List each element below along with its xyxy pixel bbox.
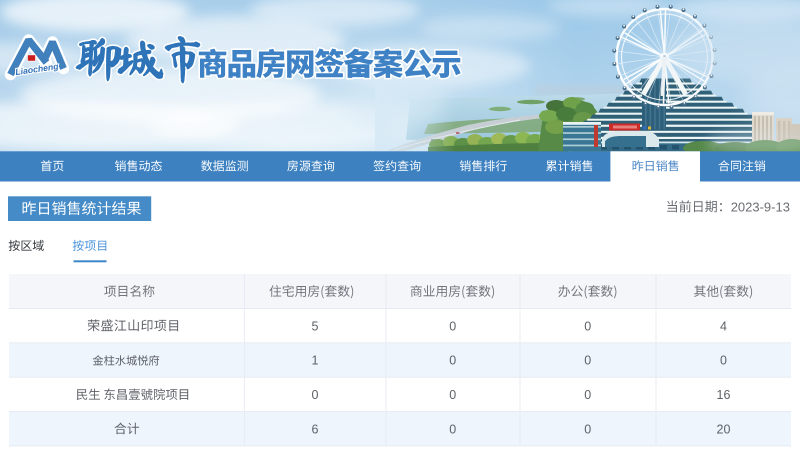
svg-text:16: 16 xyxy=(717,388,731,402)
svg-text:0: 0 xyxy=(449,388,456,402)
svg-text:0: 0 xyxy=(584,319,591,333)
svg-text:20: 20 xyxy=(717,422,731,436)
svg-text:0: 0 xyxy=(584,422,591,436)
svg-text:4: 4 xyxy=(720,319,727,333)
svg-text:0: 0 xyxy=(312,388,319,402)
svg-text:0: 0 xyxy=(584,354,591,368)
svg-text:0: 0 xyxy=(720,354,727,368)
svg-text:0: 0 xyxy=(449,319,456,333)
svg-text:5: 5 xyxy=(312,319,319,333)
svg-text:2023-9-13: 2023-9-13 xyxy=(731,200,790,215)
svg-text:0: 0 xyxy=(449,422,456,436)
svg-text:6: 6 xyxy=(312,422,319,436)
svg-text:0: 0 xyxy=(449,354,456,368)
svg-text:0: 0 xyxy=(584,388,591,402)
svg-text:1: 1 xyxy=(312,354,319,368)
